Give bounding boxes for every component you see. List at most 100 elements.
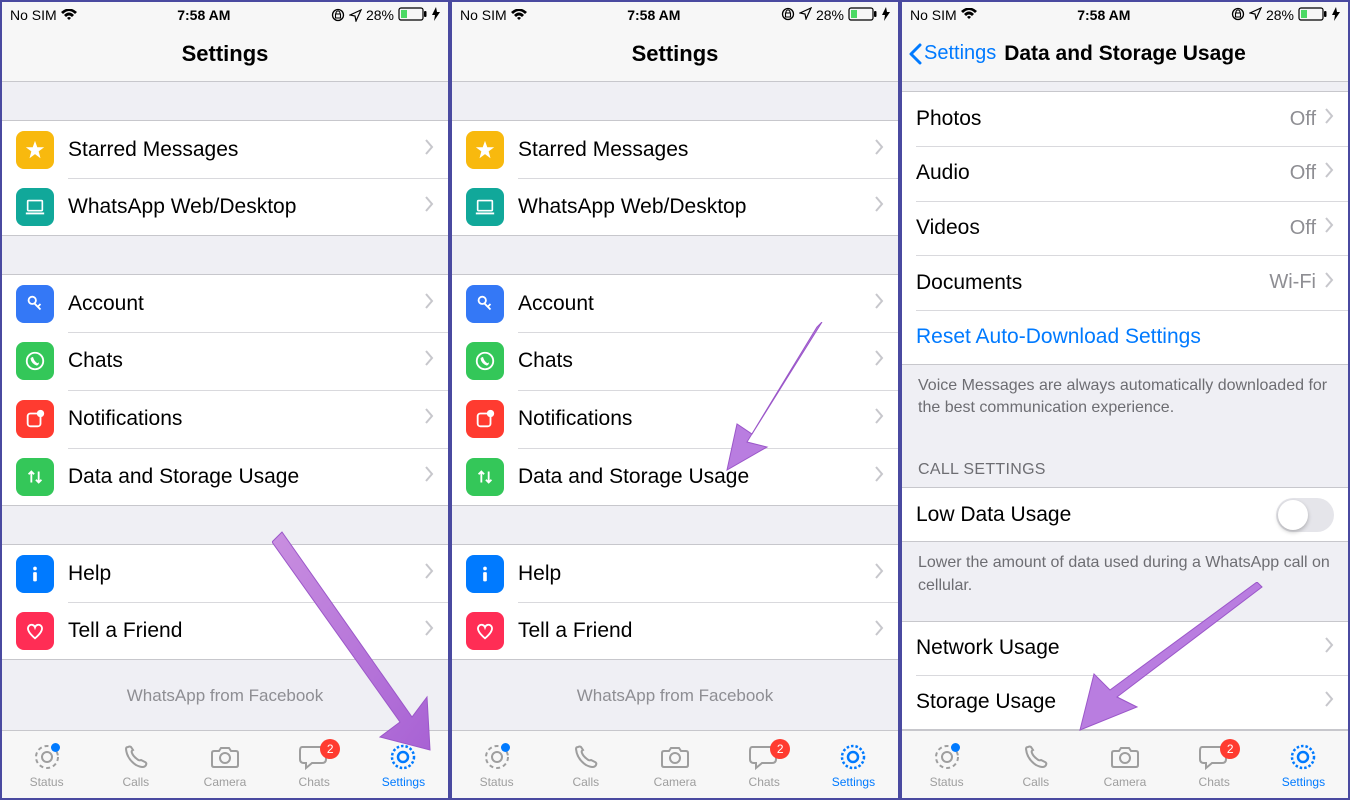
- tab-status[interactable]: Status: [2, 731, 91, 798]
- row-label: Help: [68, 562, 424, 586]
- star-icon: [466, 131, 504, 169]
- row-tell-friend[interactable]: Tell a Friend: [452, 602, 898, 660]
- tab-calls[interactable]: Calls: [91, 731, 180, 798]
- row-tell-friend[interactable]: Tell a Friend: [2, 602, 448, 660]
- tab-settings[interactable]: Settings: [359, 731, 448, 798]
- row-starred-messages[interactable]: Starred Messages: [2, 120, 448, 178]
- screen-1: No SIM 7:58 AM 28% Settings: [0, 0, 450, 800]
- row-label: Videos: [916, 216, 1290, 240]
- transfer-icon: [466, 458, 504, 496]
- row-chats[interactable]: Chats: [452, 332, 898, 390]
- laptop-icon: [16, 188, 54, 226]
- camera-icon: [660, 741, 690, 773]
- chat-icon: 2: [298, 741, 330, 773]
- tab-camera[interactable]: Camera: [180, 731, 269, 798]
- row-label: Data and Storage Usage: [68, 465, 424, 489]
- phone-icon: [572, 741, 600, 773]
- row-value: Off: [1290, 162, 1316, 185]
- row-notifications[interactable]: Notifications: [452, 390, 898, 448]
- row-audio[interactable]: Audio Off: [902, 146, 1348, 201]
- row-label: Starred Messages: [518, 138, 874, 162]
- tab-label: Chats: [299, 775, 330, 789]
- row-help[interactable]: Help: [452, 544, 898, 602]
- row-photos[interactable]: Photos Off: [902, 91, 1348, 146]
- tab-chats[interactable]: 2 Chats: [270, 731, 359, 798]
- key-icon: [466, 285, 504, 323]
- row-data-storage[interactable]: Data and Storage Usage: [452, 448, 898, 506]
- carrier-text: No SIM: [910, 7, 957, 23]
- row-label: Data and Storage Usage: [518, 465, 874, 489]
- tab-camera[interactable]: Camera: [630, 731, 719, 798]
- row-storage-usage[interactable]: Storage Usage: [902, 675, 1348, 730]
- back-button[interactable]: Settings: [908, 42, 996, 65]
- tab-label: Camera: [1104, 775, 1147, 789]
- row-starred-messages[interactable]: Starred Messages: [452, 120, 898, 178]
- row-chats[interactable]: Chats: [2, 332, 448, 390]
- location-icon: [799, 7, 812, 23]
- chevron-right-icon: [1324, 637, 1334, 659]
- page-title: Settings: [182, 41, 269, 67]
- chevron-right-icon: [1324, 108, 1334, 130]
- tab-calls[interactable]: Calls: [991, 731, 1080, 798]
- tab-status[interactable]: Status: [452, 731, 541, 798]
- carrier-text: No SIM: [10, 7, 57, 23]
- data-usage-content: Photos Off Audio Off Videos Off Document…: [902, 82, 1348, 730]
- tab-camera[interactable]: Camera: [1080, 731, 1169, 798]
- row-videos[interactable]: Videos Off: [902, 201, 1348, 256]
- row-label: Account: [68, 292, 424, 316]
- row-notifications[interactable]: Notifications: [2, 390, 448, 448]
- wifi-icon: [961, 7, 977, 23]
- row-account[interactable]: Account: [2, 274, 448, 332]
- row-reset-auto-download[interactable]: Reset Auto-Download Settings: [902, 310, 1348, 365]
- tab-calls[interactable]: Calls: [541, 731, 630, 798]
- clock-text: 7:58 AM: [177, 7, 230, 23]
- tab-chats[interactable]: 2Chats: [720, 731, 809, 798]
- chevron-right-icon: [424, 620, 434, 642]
- row-label: Help: [518, 562, 874, 586]
- chevron-right-icon: [874, 563, 884, 585]
- gear-icon: [1288, 741, 1318, 773]
- phone-icon: [122, 741, 150, 773]
- row-documents[interactable]: Documents Wi-Fi: [902, 255, 1348, 310]
- notification-dot: [951, 743, 960, 752]
- tab-label: Calls: [122, 775, 149, 789]
- phone-icon: [1022, 741, 1050, 773]
- chevron-right-icon: [424, 196, 434, 218]
- tab-chats[interactable]: 2Chats: [1170, 731, 1259, 798]
- row-value: Wi-Fi: [1269, 271, 1316, 294]
- screen-3: No SIM 7:58 AM 28% Settings Data and Sto…: [900, 0, 1350, 800]
- chevron-left-icon: [908, 43, 922, 65]
- tab-status[interactable]: Status: [902, 731, 991, 798]
- row-data-storage[interactable]: Data and Storage Usage: [2, 448, 448, 506]
- battery-pct-text: 28%: [366, 7, 394, 23]
- rotation-lock-icon: [331, 8, 345, 22]
- row-whatsapp-web[interactable]: WhatsApp Web/Desktop: [2, 178, 448, 236]
- camera-icon: [1110, 741, 1140, 773]
- battery-icon: [1298, 7, 1328, 24]
- row-help[interactable]: Help: [2, 544, 448, 602]
- chevron-right-icon: [874, 293, 884, 315]
- row-whatsapp-web[interactable]: WhatsApp Web/Desktop: [452, 178, 898, 236]
- row-low-data-usage[interactable]: Low Data Usage: [902, 487, 1348, 542]
- info-icon: [16, 555, 54, 593]
- location-icon: [1249, 7, 1262, 23]
- whatsapp-icon: [16, 342, 54, 380]
- row-network-usage[interactable]: Network Usage: [902, 621, 1348, 676]
- transfer-icon: [16, 458, 54, 496]
- status-icon: [482, 741, 512, 773]
- heart-icon: [466, 612, 504, 650]
- tab-settings[interactable]: Settings: [1259, 731, 1348, 798]
- chevron-right-icon: [1324, 217, 1334, 239]
- chevron-right-icon: [1324, 272, 1334, 294]
- notification-dot: [501, 743, 510, 752]
- row-label: Documents: [916, 271, 1269, 295]
- low-data-toggle[interactable]: [1276, 498, 1334, 532]
- row-label: Account: [518, 292, 874, 316]
- charging-icon: [1332, 7, 1340, 24]
- row-label: Low Data Usage: [916, 503, 1276, 527]
- chevron-right-icon: [874, 620, 884, 642]
- row-account[interactable]: Account: [452, 274, 898, 332]
- tab-bar: Status Calls Camera 2Chats Settings: [902, 730, 1348, 798]
- chevron-right-icon: [424, 408, 434, 430]
- tab-settings[interactable]: Settings: [809, 731, 898, 798]
